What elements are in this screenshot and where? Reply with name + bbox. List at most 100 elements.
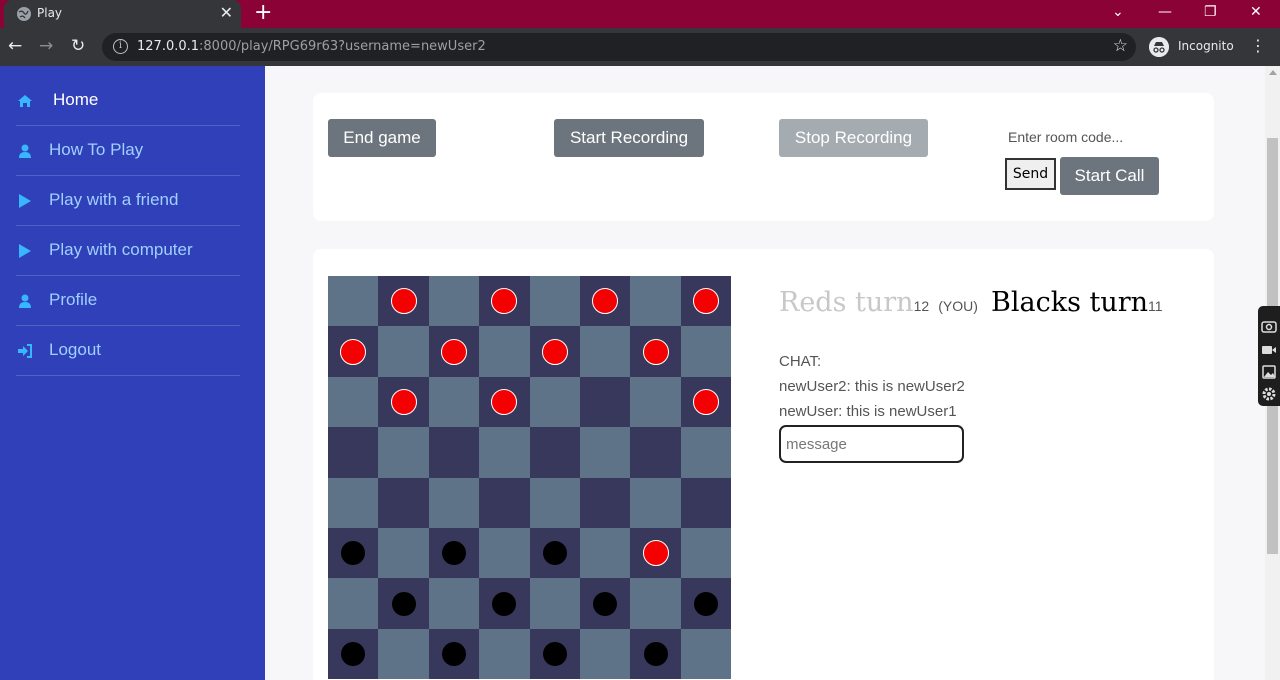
- red-piece[interactable]: [693, 389, 719, 415]
- board-square[interactable]: [428, 376, 480, 428]
- info-icon[interactable]: i: [113, 39, 128, 54]
- end-game-button[interactable]: End game: [328, 119, 436, 157]
- board-square[interactable]: [529, 376, 580, 428]
- board-square[interactable]: [378, 628, 429, 680]
- window-close-icon[interactable]: ✕: [1250, 2, 1262, 22]
- board-square[interactable]: [428, 276, 480, 327]
- board-square[interactable]: [580, 376, 631, 428]
- board-square[interactable]: [680, 427, 732, 478]
- settings-icon[interactable]: [1261, 386, 1277, 402]
- black-piece[interactable]: [442, 541, 466, 566]
- url-text[interactable]: 127.0.0.1:8000/play/RPG69r63?username=ne…: [137, 39, 486, 54]
- board-square[interactable]: [580, 528, 631, 579]
- minimize-icon[interactable]: —: [1158, 2, 1172, 22]
- board-square[interactable]: [328, 427, 379, 478]
- board-square[interactable]: [529, 276, 580, 327]
- browser-tab[interactable]: Play ✕: [4, 0, 241, 28]
- red-piece[interactable]: [390, 389, 417, 415]
- board-square[interactable]: [630, 578, 681, 629]
- black-piece[interactable]: [593, 591, 618, 616]
- start-call-button[interactable]: Start Call: [1060, 157, 1159, 195]
- red-piece[interactable]: [541, 338, 568, 365]
- sidebar-item-play-with-computer[interactable]: Play with computer: [16, 226, 240, 276]
- board-square[interactable]: [378, 477, 429, 528]
- sidebar-item-label: Logout: [49, 340, 101, 359]
- sidebar-item-profile[interactable]: Profile: [16, 276, 240, 326]
- back-icon[interactable]: ←: [8, 36, 22, 56]
- tab-search-icon[interactable]: ⌄: [1112, 2, 1124, 22]
- gallery-icon[interactable]: [1261, 364, 1277, 380]
- new-tab-button[interactable]: +: [254, 0, 272, 26]
- home-icon: [18, 95, 32, 107]
- start-recording-button[interactable]: Start Recording: [554, 119, 704, 157]
- board-square[interactable]: [580, 628, 631, 680]
- board-square[interactable]: [428, 427, 480, 478]
- board-square[interactable]: [580, 477, 631, 528]
- board-square[interactable]: [529, 427, 580, 478]
- red-piece[interactable]: [390, 288, 417, 315]
- board-square[interactable]: [680, 326, 732, 377]
- board-square[interactable]: [630, 276, 681, 327]
- incognito-indicator[interactable]: Incognito: [1146, 34, 1238, 60]
- red-piece[interactable]: [642, 338, 669, 365]
- black-piece[interactable]: [341, 642, 366, 666]
- close-icon[interactable]: ✕: [220, 4, 233, 22]
- sidebar-item-home[interactable]: Home: [16, 76, 240, 126]
- forward-icon[interactable]: →: [39, 36, 53, 56]
- board-square[interactable]: [580, 326, 631, 377]
- chat-message-input[interactable]: [779, 425, 964, 463]
- board-square[interactable]: [479, 477, 530, 528]
- red-piece[interactable]: [441, 338, 467, 365]
- black-piece[interactable]: [442, 642, 466, 666]
- reds-turn-label: Reds turn: [779, 287, 914, 318]
- board-square[interactable]: [580, 427, 631, 478]
- board-square[interactable]: [479, 628, 530, 680]
- incognito-icon: [1149, 37, 1169, 57]
- board-square[interactable]: [529, 477, 580, 528]
- board-square[interactable]: [479, 427, 530, 478]
- board-square[interactable]: [630, 427, 681, 478]
- board-square[interactable]: [378, 326, 429, 377]
- board-square[interactable]: [428, 578, 480, 629]
- black-piece[interactable]: [694, 591, 718, 616]
- sidebar-item-how-to-play[interactable]: How To Play: [16, 126, 240, 176]
- scroll-up-arrow-icon[interactable]: [1269, 70, 1277, 75]
- video-icon[interactable]: [1261, 342, 1277, 358]
- board-square[interactable]: [479, 326, 530, 377]
- checkers-board[interactable]: [328, 276, 732, 680]
- board-square[interactable]: [529, 578, 580, 629]
- sidebar-item-logout[interactable]: Logout: [16, 326, 240, 376]
- restore-icon[interactable]: ❐: [1204, 2, 1217, 22]
- board-square[interactable]: [378, 528, 429, 579]
- board-square[interactable]: [328, 376, 379, 428]
- black-piece[interactable]: [542, 642, 567, 666]
- board-square[interactable]: [328, 578, 379, 629]
- screenshot-icon[interactable]: [1261, 318, 1277, 334]
- address-bar[interactable]: i 127.0.0.1:8000/play/RPG69r63?username=…: [102, 33, 1136, 61]
- game-card: Reds turn12 (YOU) Blacks turn11 CHAT: ne…: [313, 249, 1214, 680]
- sidebar-item-play-with-friend[interactable]: Play with a friend: [16, 176, 240, 226]
- room-code-input[interactable]: [1008, 124, 1158, 150]
- send-button[interactable]: Send: [1005, 158, 1056, 190]
- board-square[interactable]: [630, 477, 681, 528]
- black-piece[interactable]: [643, 642, 668, 666]
- star-icon[interactable]: ☆: [1113, 36, 1128, 56]
- board-square[interactable]: [479, 528, 530, 579]
- reload-icon[interactable]: ↻: [71, 36, 85, 56]
- board-square[interactable]: [328, 276, 379, 327]
- red-piece[interactable]: [693, 288, 719, 315]
- board-square[interactable]: [630, 376, 681, 428]
- stop-recording-button[interactable]: Stop Recording: [779, 119, 928, 157]
- board-square[interactable]: [680, 628, 732, 680]
- board-square[interactable]: [428, 477, 480, 528]
- kebab-menu-icon[interactable]: ⋮: [1250, 36, 1266, 55]
- board-square[interactable]: [328, 477, 379, 528]
- board-square[interactable]: [680, 528, 732, 579]
- board-square[interactable]: [378, 427, 429, 478]
- red-piece[interactable]: [340, 338, 367, 365]
- black-piece[interactable]: [542, 541, 567, 566]
- black-piece[interactable]: [492, 591, 517, 616]
- black-piece[interactable]: [391, 591, 416, 616]
- red-piece[interactable]: [642, 540, 669, 567]
- board-square[interactable]: [680, 477, 732, 528]
